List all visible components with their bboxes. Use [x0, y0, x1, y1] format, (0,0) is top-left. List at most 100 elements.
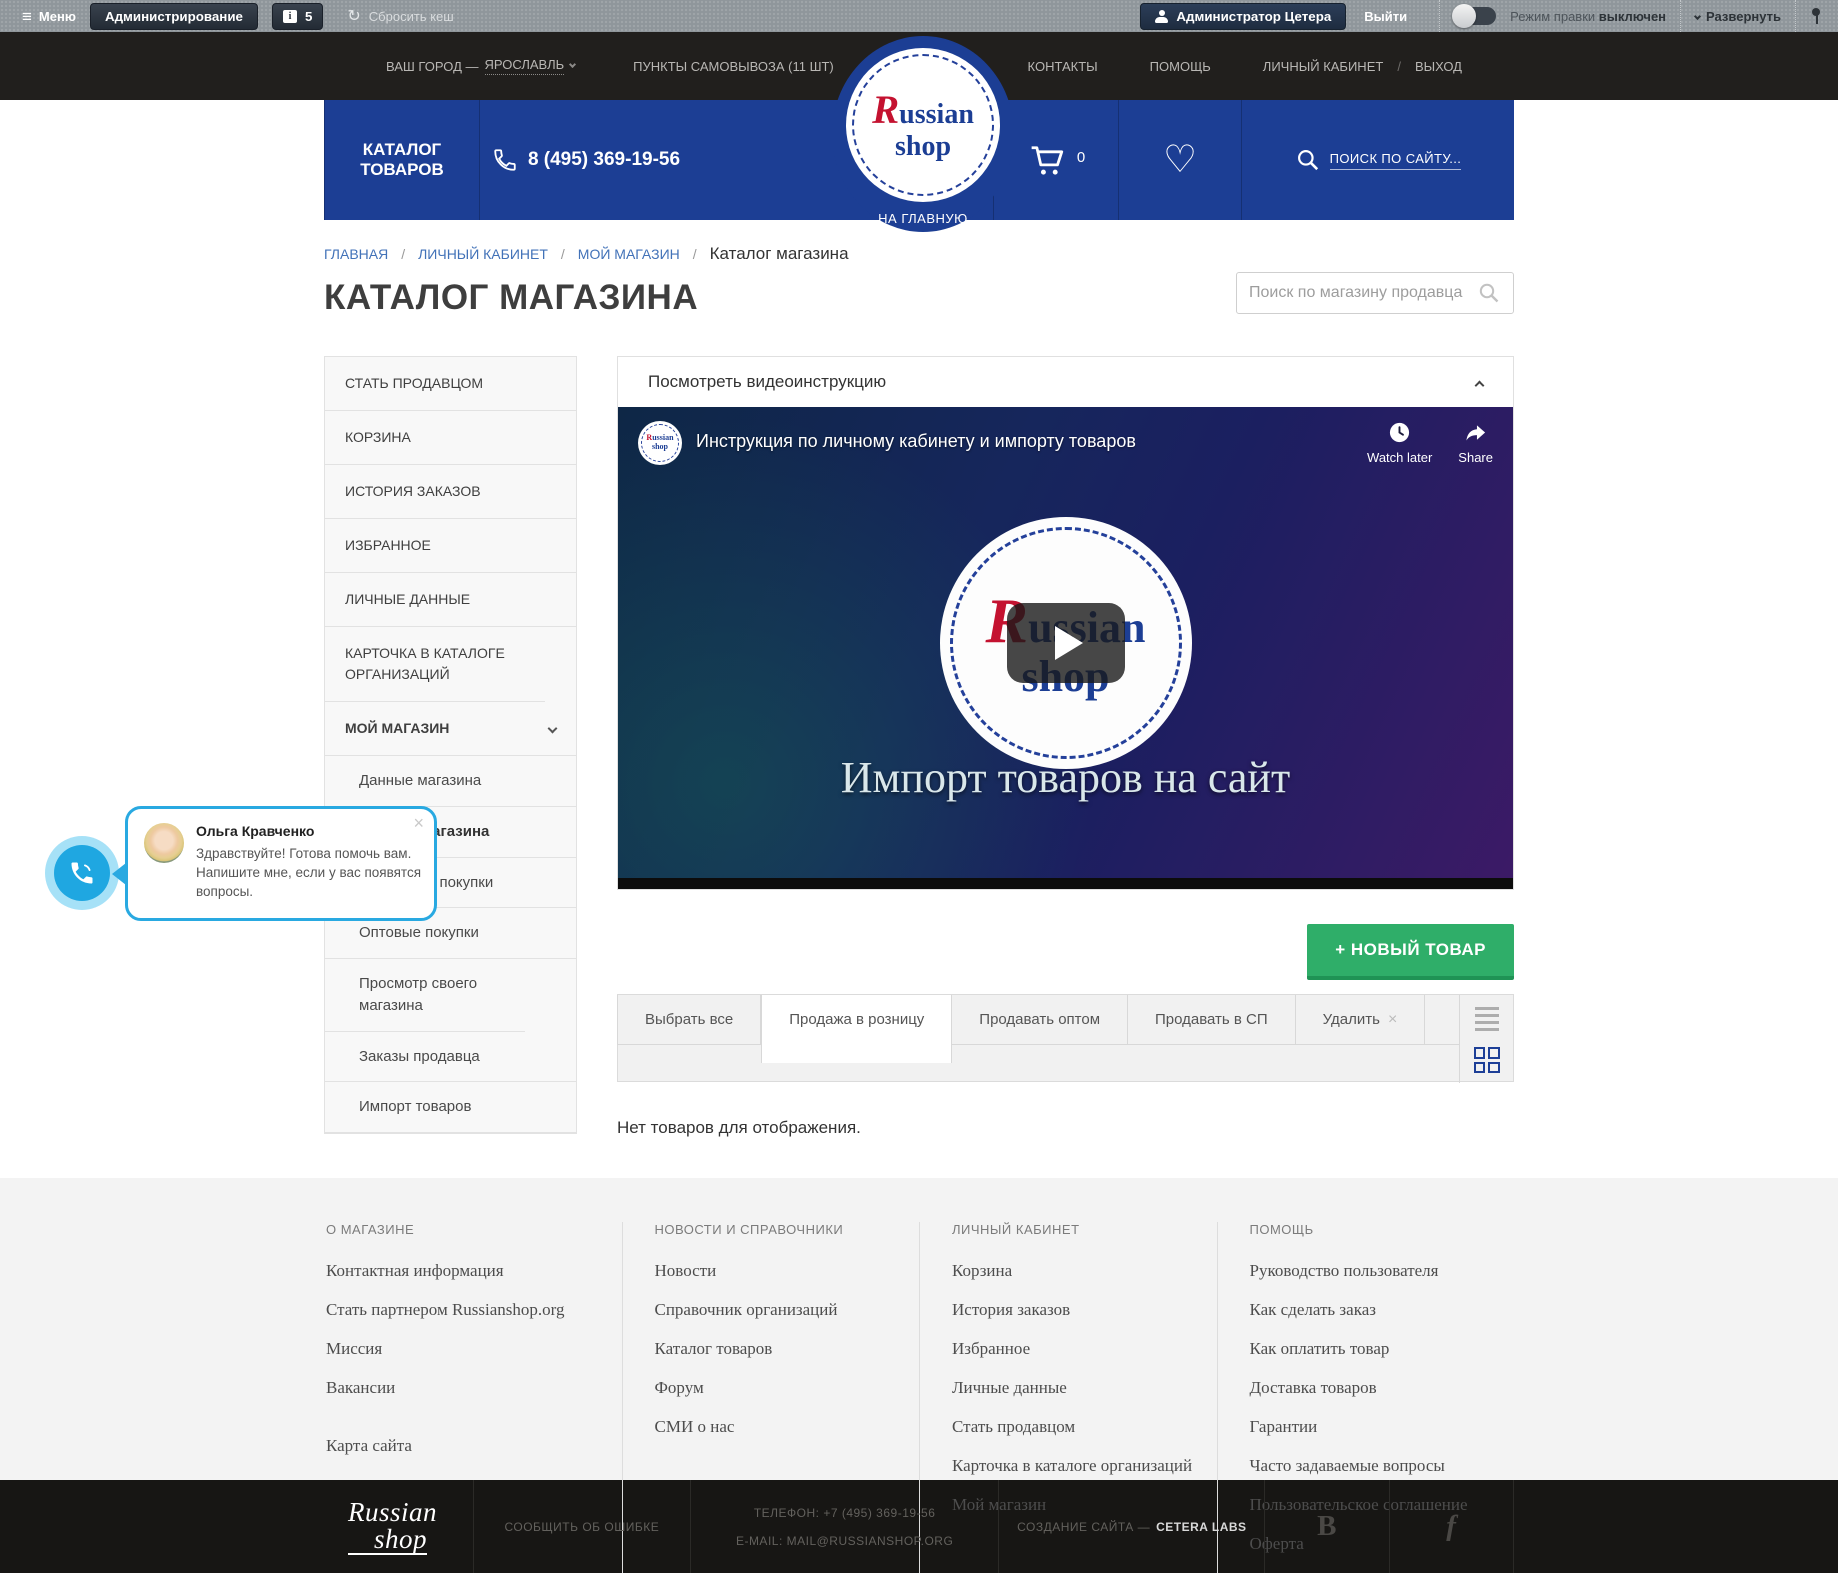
sidebar-item-my-shop[interactable]: МОЙ МАГАЗИН [325, 702, 576, 756]
footer-link[interactable]: Карточка в каталоге организаций [952, 1456, 1217, 1476]
sidebar-sub-shop-data[interactable]: Данные магазина [325, 756, 576, 807]
notification-count: 5 [305, 9, 312, 24]
city-selector[interactable]: ВАШ ГОРОД — ЯРОСЛАВЛЬ [386, 57, 575, 75]
footer-link[interactable]: Корзина [952, 1261, 1217, 1281]
footer-link[interactable]: Вакансии [326, 1378, 622, 1398]
catalog-nav-button[interactable]: КАТАЛОГ ТОВАРОВ [324, 100, 480, 220]
footer-link[interactable]: Часто задаваемые вопросы [1250, 1456, 1515, 1476]
footer-link[interactable]: Справочник организаций [655, 1300, 920, 1320]
pickup-points-link[interactable]: ПУНКТЫ САМОВЫВОЗА (11 ШТ) [633, 59, 834, 74]
new-product-button[interactable]: + НОВЫЙ ТОВАР [1307, 924, 1514, 980]
report-error-link[interactable]: СООБЩИТЬ ОБ ОШИБКЕ [473, 1480, 690, 1573]
search-icon[interactable] [1477, 281, 1501, 305]
footer-email[interactable]: E-MAIL: MAIL@RUSSIANSHOP.ORG [736, 1534, 953, 1548]
footer-link[interactable]: Как сделать заказ [1250, 1300, 1515, 1320]
favorites-button[interactable]: ♡ [1118, 100, 1241, 220]
admin-logout-button[interactable]: Выйти [1364, 9, 1407, 24]
footer-link[interactable]: Гарантии [1250, 1417, 1515, 1437]
footer-link[interactable]: СМИ о нас [655, 1417, 920, 1437]
sidebar-sub-seller-orders[interactable]: Заказы продавца [325, 1032, 576, 1083]
edit-mode-state: выключен [1599, 9, 1666, 24]
joint-purchase-tab[interactable]: Продавать в СП [1128, 995, 1296, 1045]
footer-link[interactable]: Форум [655, 1378, 920, 1398]
footer-link[interactable]: Стать продавцом [952, 1417, 1217, 1437]
empty-products-message: Нет товаров для отображения. [617, 1118, 1514, 1138]
video-toggle-header[interactable]: Посмотреть видеоинструкцию [618, 357, 1513, 407]
share-button[interactable]: Share [1458, 421, 1493, 465]
footer-column-title: ЛИЧНЫЙ КАБИНЕТ [952, 1222, 1217, 1237]
footer-link[interactable]: Личные данные [952, 1378, 1217, 1398]
retail-tab[interactable]: Продажа в розницу [761, 995, 952, 1063]
shop-search-box [1236, 272, 1514, 314]
footer-link[interactable]: Руководство пользователя [1250, 1261, 1515, 1281]
footer-link[interactable]: Каталог товаров [655, 1339, 920, 1359]
exit-link[interactable]: ВЫХОД [1415, 59, 1462, 74]
logo-text-top: Russian [872, 89, 974, 132]
edit-mode-label: Режим правки выключен [1510, 9, 1666, 24]
account-link[interactable]: ЛИЧНЫЙ КАБИНЕТ [1263, 59, 1384, 74]
contacts-link[interactable]: КОНТАКТЫ [1028, 59, 1098, 74]
delete-button[interactable]: Удалить× [1296, 995, 1426, 1045]
grid-view-icon[interactable] [1474, 1047, 1500, 1073]
heart-icon: ♡ [1163, 141, 1197, 179]
footer-link[interactable]: Как оплатить товар [1250, 1339, 1515, 1359]
chat-call-button[interactable] [45, 836, 119, 910]
site-search[interactable]: ПОИСК ПО САЙТУ... [1241, 100, 1514, 220]
sidebar-item-favorites[interactable]: ИЗБРАННОЕ [325, 519, 576, 573]
close-icon[interactable]: × [413, 813, 424, 834]
footer-link[interactable]: Доставка товаров [1250, 1378, 1515, 1398]
footer-link[interactable]: Карта сайта [326, 1436, 622, 1456]
sidebar-sub-view-shop[interactable]: Просмотр своего магазина [325, 959, 525, 1032]
breadcrumb-home[interactable]: ГЛАВНАЯ [324, 246, 388, 262]
notifications-badge[interactable]: i 5 [272, 3, 323, 30]
list-view-icon[interactable] [1475, 1007, 1499, 1035]
footer-link[interactable]: Новости [655, 1261, 920, 1281]
city-value[interactable]: ЯРОСЛАВЛЬ [485, 57, 565, 75]
breadcrumb-account[interactable]: ЛИЧНЫЙ КАБИНЕТ [418, 246, 548, 262]
video-player[interactable]: Russianshop Инструкция по личному кабине… [618, 407, 1513, 889]
help-link[interactable]: ПОМОЩЬ [1150, 59, 1211, 74]
sidebar-item-order-history[interactable]: ИСТОРИЯ ЗАКАЗОВ [325, 465, 576, 519]
sidebar-item-cart[interactable]: КОРЗИНА [325, 411, 576, 465]
footer-link[interactable]: История заказов [952, 1300, 1217, 1320]
shop-search-input[interactable] [1249, 284, 1477, 302]
home-link[interactable]: НА ГЛАВНУЮ [832, 211, 1014, 226]
administration-button[interactable]: Администрирование [90, 3, 258, 30]
footer-phone[interactable]: ТЕЛЕФОН: +7 (495) 369-19-56 [754, 1506, 936, 1520]
footer-link[interactable]: Стать партнером Russianshop.org [326, 1300, 622, 1320]
play-icon [1055, 626, 1083, 660]
phone-number[interactable]: 8 (495) 369-19-56 [528, 149, 680, 171]
select-all-button[interactable]: Выбрать все [617, 995, 761, 1045]
credits-company-link[interactable]: CETERA LABS [1156, 1520, 1246, 1534]
bottom-bar-filler [1513, 1480, 1514, 1573]
sidebar-sub-import-products[interactable]: Импорт товаров [325, 1082, 576, 1133]
sidebar-item-become-seller[interactable]: СТАТЬ ПРОДАВЦОМ [325, 357, 576, 411]
channel-avatar[interactable]: Russianshop [638, 421, 682, 465]
toolbar-filler [1425, 995, 1459, 1045]
expand-panel-button[interactable]: Развернуть [1695, 9, 1781, 24]
site-logo[interactable]: Russian shop НА ГЛАВНУЮ [832, 36, 1014, 232]
pin-icon[interactable] [1810, 8, 1822, 24]
footer-link[interactable]: Контактная информация [326, 1261, 622, 1281]
admin-menu-button[interactable]: ≡ Меню [22, 8, 76, 25]
breadcrumb-my-shop[interactable]: МОЙ МАГАЗИН [578, 246, 680, 262]
footer-link[interactable]: Миссия [326, 1339, 622, 1359]
footer-logo[interactable]: Russian shop [324, 1480, 473, 1573]
watch-later-button[interactable]: Watch later [1367, 421, 1432, 465]
products-toolbar: Выбрать все Продажа в розницу Продавать … [617, 994, 1514, 1082]
sidebar-item-personal-data[interactable]: ЛИЧНЫЕ ДАННЫЕ [325, 573, 576, 627]
play-button[interactable] [1007, 603, 1125, 683]
city-label: ВАШ ГОРОД — [386, 59, 479, 74]
person-icon [1155, 10, 1168, 23]
clear-cache-button[interactable]: ↻ Сбросить кеш [347, 6, 453, 26]
facebook-icon[interactable]: f [1389, 1480, 1513, 1573]
phone-block: 8 (495) 369-19-56 [480, 100, 692, 220]
vk-icon[interactable]: В [1264, 1480, 1388, 1573]
wholesale-tab[interactable]: Продавать оптом [952, 995, 1128, 1045]
edit-mode-toggle[interactable] [1454, 7, 1496, 25]
close-icon: × [1388, 1011, 1397, 1028]
admin-user-button[interactable]: Администратор Цетера [1140, 3, 1346, 30]
sidebar-item-org-card[interactable]: КАРТОЧКА В КАТАЛОГЕ ОРГАНИЗАЦИЙ [325, 627, 545, 702]
video-title[interactable]: Инструкция по личному кабинету и импорту… [696, 431, 1136, 452]
footer-link[interactable]: Избранное [952, 1339, 1217, 1359]
